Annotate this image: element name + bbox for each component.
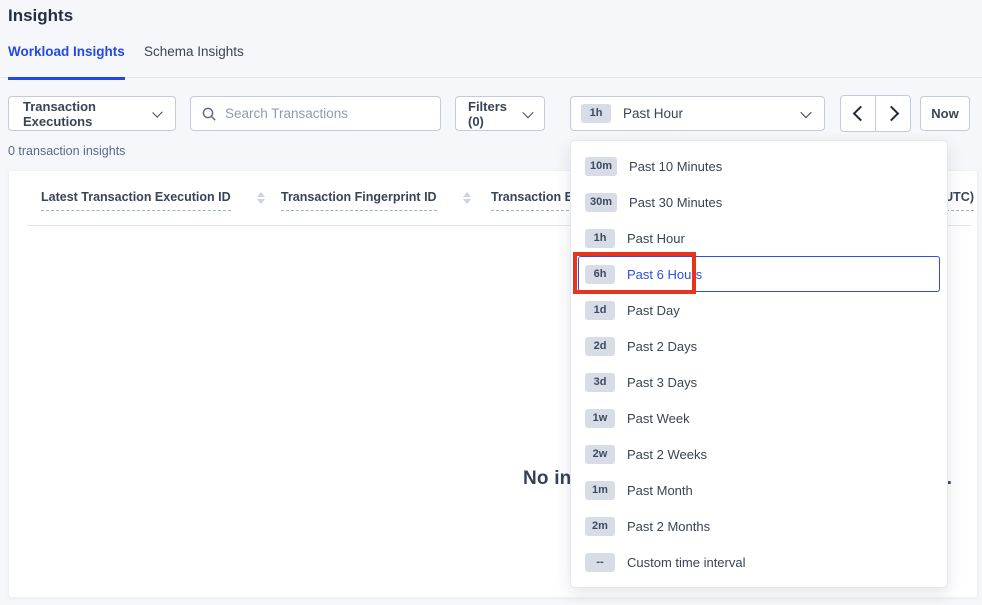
time-option-past-2-days[interactable]: 2d Past 2 Days <box>578 328 940 364</box>
chevron-left-icon <box>852 106 868 122</box>
time-option-custom-interval[interactable]: -- Custom time interval <box>578 544 940 580</box>
time-option-past-day[interactable]: 1d Past Day <box>578 292 940 328</box>
time-option-past-2-weeks[interactable]: 2w Past 2 Weeks <box>578 436 940 472</box>
column-header-txn-fingerprint-id[interactable]: Transaction Fingerprint ID <box>281 190 471 211</box>
previous-interval-button[interactable] <box>840 95 876 132</box>
time-option-past-3-days[interactable]: 3d Past 3 Days <box>578 364 940 400</box>
time-option-badge: 2m <box>585 517 615 536</box>
time-option-badge: 1h <box>585 229 615 248</box>
tab-schema-insights[interactable]: Schema Insights <box>144 44 244 78</box>
tab-workload-label: Workload Insights <box>8 44 125 59</box>
filters-label: Filters (0) <box>468 99 524 129</box>
next-interval-button[interactable] <box>875 95 911 132</box>
search-box[interactable] <box>190 96 441 131</box>
tab-bar: Workload Insights Schema Insights <box>0 44 982 78</box>
time-option-past-month[interactable]: 1m Past Month <box>578 472 940 508</box>
time-interval-label: Past Hour <box>623 106 683 121</box>
filters-dropdown[interactable]: Filters (0) <box>455 96 545 131</box>
column-header-latest-txn-execution-id[interactable]: Latest Transaction Execution ID <box>41 190 265 211</box>
time-option-past-week[interactable]: 1w Past Week <box>578 400 940 436</box>
time-interval-badge: 1h <box>581 104 611 123</box>
search-input[interactable] <box>225 106 430 121</box>
time-option-past-6-hours[interactable]: 6h Past 6 Hours <box>578 256 940 292</box>
time-option-badge: 10m <box>585 157 617 176</box>
sort-icon[interactable] <box>463 192 471 204</box>
time-interval-dropdown-trigger[interactable]: 1h Past Hour <box>570 96 825 131</box>
chevron-right-icon <box>883 106 899 122</box>
tab-schema-label: Schema Insights <box>144 44 244 59</box>
page-title: Insights <box>8 6 73 26</box>
view-selector-label: Transaction Executions <box>23 99 154 129</box>
time-pager <box>840 95 911 132</box>
time-option-badge: 2d <box>585 337 615 356</box>
time-option-past-30-minutes[interactable]: 30m Past 30 Minutes <box>578 184 940 220</box>
time-option-badge: 3d <box>585 373 615 392</box>
insights-count: 0 transaction insights <box>8 144 125 158</box>
tab-workload-insights[interactable]: Workload Insights <box>8 44 125 78</box>
time-option-past-hour[interactable]: 1h Past Hour <box>578 220 940 256</box>
time-option-badge: 6h <box>585 265 615 284</box>
time-option-past-10-minutes[interactable]: 10m Past 10 Minutes <box>578 148 940 184</box>
time-option-badge: -- <box>585 553 615 572</box>
view-selector-dropdown[interactable]: Transaction Executions <box>8 96 176 131</box>
time-option-past-2-months[interactable]: 2m Past 2 Months <box>578 508 940 544</box>
time-option-badge: 1w <box>585 409 615 428</box>
search-icon <box>201 106 217 122</box>
time-option-badge: 30m <box>585 193 617 212</box>
time-option-badge: 1d <box>585 301 615 320</box>
now-button-label: Now <box>931 106 958 121</box>
now-button[interactable]: Now <box>920 96 970 131</box>
time-option-badge: 1m <box>585 481 615 500</box>
chevron-down-icon <box>800 106 811 117</box>
time-option-badge: 2w <box>585 445 615 464</box>
sort-icon[interactable] <box>257 192 265 204</box>
time-interval-dropdown-menu: 10m Past 10 Minutes 30m Past 30 Minutes … <box>570 140 948 588</box>
